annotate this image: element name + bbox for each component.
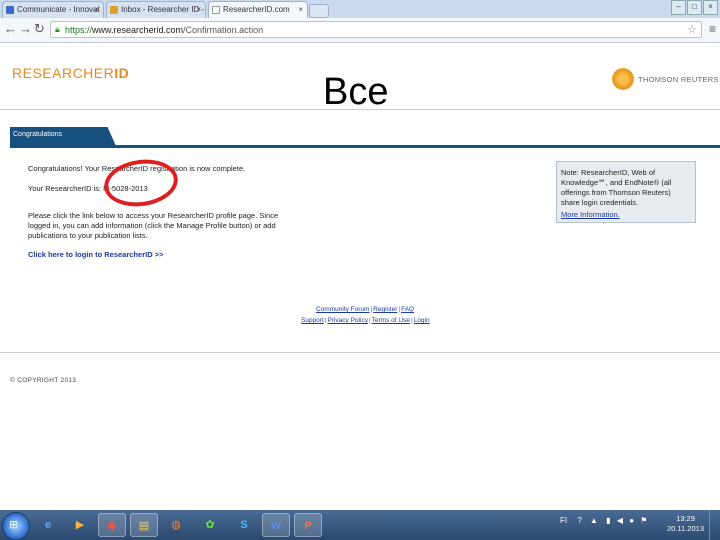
show-desktop-button[interactable]: [709, 510, 720, 540]
ie-icon[interactable]: e: [34, 513, 62, 537]
chrome-icon[interactable]: ◉: [98, 513, 126, 537]
overlay-word: Все: [323, 71, 389, 113]
tab-favicon: [6, 6, 14, 14]
tab-researcherid[interactable]: ResearcherID.com ×: [208, 1, 308, 18]
footer-links-row2: Support|Privacy Policy|Terms of Use|Logi…: [301, 317, 430, 324]
instructions-line: logged in, you can add information (clic…: [28, 221, 276, 230]
tab-communicate[interactable]: Communicate - Innovat ×: [2, 1, 104, 18]
more-information-link[interactable]: More Information.: [561, 210, 620, 219]
instructions-line: Please click the link below to access yo…: [28, 211, 279, 220]
windows-taskbar: ⊞ e ▶ ◉ ▤ ◍ ✿ S W P FI ? ▲ ▮ ◀ ● ⚑ 13:29…: [0, 510, 720, 540]
browser-toolbar: ← → ↻ 🔒︎ https://www.researcherid.com/Co…: [0, 18, 720, 43]
word-icon[interactable]: W: [262, 513, 290, 537]
minimize-button[interactable]: –: [671, 0, 686, 15]
close-window-button[interactable]: ×: [703, 0, 718, 15]
tab-label: Communicate - Innovat: [17, 5, 100, 14]
privacy-policy-link[interactable]: Privacy Policy: [327, 317, 367, 324]
section-bar: [10, 127, 720, 148]
lock-icon: 🔒︎: [55, 24, 60, 34]
thomson-reuters-logo-icon: [612, 68, 634, 90]
header-divider: [0, 109, 720, 110]
login-footer-link[interactable]: Login: [414, 317, 430, 324]
faq-link[interactable]: FAQ: [401, 306, 414, 313]
instructions-line: publications to your publication lists.: [28, 231, 148, 240]
clock[interactable]: 13:29 20.11.2013: [667, 514, 704, 534]
tab-close-icon[interactable]: ×: [298, 2, 303, 18]
language-indicator[interactable]: FI: [560, 516, 567, 525]
reload-icon[interactable]: ↻: [34, 22, 45, 36]
window-controls: – □ ×: [670, 0, 718, 15]
clock-date: 20.11.2013: [667, 524, 704, 533]
firefox-icon[interactable]: ◍: [162, 513, 190, 537]
tab-favicon: [212, 6, 220, 14]
section-tab-label: Congratulations: [13, 131, 63, 138]
flag-icon[interactable]: ⚑: [640, 516, 647, 525]
bookmark-star-icon[interactable]: ☆: [687, 23, 697, 36]
help-icon[interactable]: ?: [577, 516, 581, 525]
note-box: Note: ResearcherID, Web of Knowledge℠, a…: [556, 161, 696, 223]
support-link[interactable]: Support: [301, 317, 324, 324]
network-icon[interactable]: ▮: [606, 516, 610, 525]
back-arrow-icon[interactable]: ←: [4, 22, 17, 36]
browser-tabstrip: Communicate - Innovat × Inbox - Research…: [0, 0, 720, 18]
new-tab-button[interactable]: [309, 4, 329, 18]
researcherid-logo[interactable]: RESEARCHERID: [12, 65, 129, 81]
terms-of-use-link[interactable]: Terms of Use: [372, 317, 410, 324]
skype-tray-icon[interactable]: ●: [629, 516, 634, 525]
tab-close-icon[interactable]: ×: [196, 2, 201, 18]
address-bar[interactable]: 🔒︎ https://www.researcherid.com/Confirma…: [50, 21, 702, 38]
powerpoint-icon[interactable]: P: [294, 513, 322, 537]
footer-divider: [0, 352, 720, 353]
forward-arrow-icon[interactable]: →: [19, 22, 32, 36]
start-button[interactable]: ⊞: [2, 512, 30, 540]
copyright-text: © COPYRIGHT 2013: [10, 377, 77, 384]
tray-expand-icon[interactable]: ▲: [590, 516, 598, 525]
volume-icon[interactable]: ◀: [617, 516, 623, 525]
wrench-menu-icon[interactable]: ≡: [709, 22, 716, 36]
media-player-icon[interactable]: ▶: [66, 513, 94, 537]
maximize-button[interactable]: □: [687, 0, 702, 15]
url-text: https://www.researcherid.com/Confirmatio…: [65, 25, 264, 35]
footer-links-row1: Community Forum|Register|FAQ: [316, 306, 415, 313]
icq-icon[interactable]: ✿: [196, 513, 224, 537]
windows-logo-icon: ⊞: [9, 519, 19, 531]
tab-label: ResearcherID.com: [223, 5, 290, 14]
tab-close-icon[interactable]: ×: [94, 2, 99, 18]
community-forum-link[interactable]: Community Forum: [316, 306, 369, 313]
note-text: Note: ResearcherID, Web of Knowledge℠, a…: [561, 168, 672, 207]
login-link[interactable]: Click here to login to ResearcherID >>: [28, 250, 163, 259]
skype-icon[interactable]: S: [230, 513, 258, 537]
tab-inbox[interactable]: Inbox - Researcher ID - I ×: [106, 1, 206, 18]
register-link[interactable]: Register: [373, 306, 397, 313]
clock-time: 13:29: [676, 514, 695, 523]
section-tab: Congratulations: [10, 127, 116, 146]
explorer-icon[interactable]: ▤: [130, 513, 158, 537]
tab-favicon: [110, 6, 118, 14]
page-content: RESEARCHERID Все THOMSON REUTERS Congrat…: [0, 43, 720, 510]
thomson-reuters-text: THOMSON REUTERS: [638, 75, 719, 84]
tab-label: Inbox - Researcher ID - I: [121, 5, 206, 14]
system-tray: FI ? ▲ ▮ ◀ ● ⚑: [560, 516, 647, 525]
